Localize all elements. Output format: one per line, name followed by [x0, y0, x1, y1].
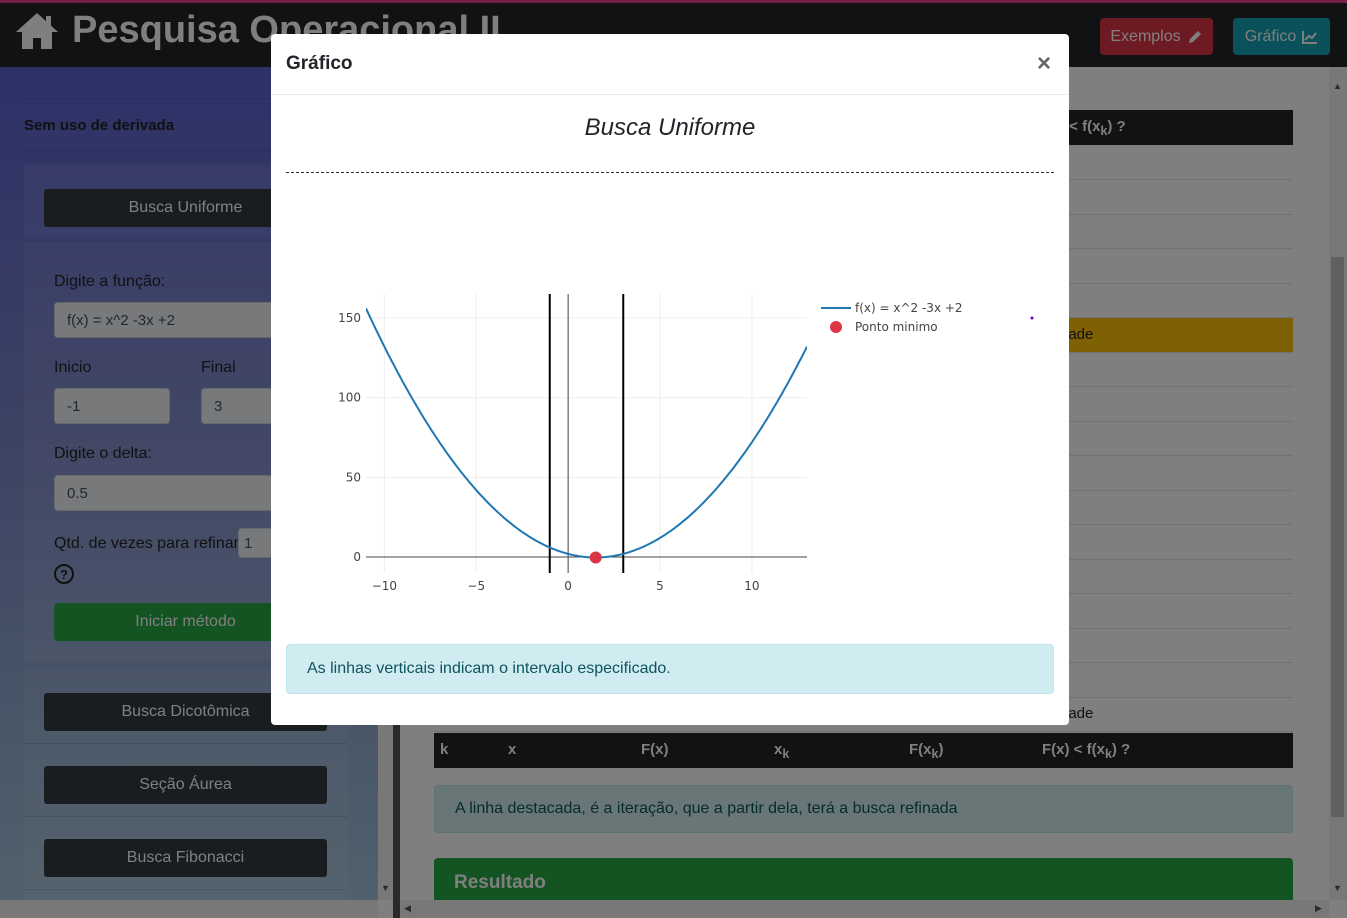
y-tick-label: 0	[353, 550, 361, 564]
x-tick-label: −10	[372, 579, 397, 593]
modal-title: Gráfico	[286, 53, 353, 74]
chart-info-alert: As linhas verticais indicam o intervalo …	[286, 644, 1054, 694]
legend-label: Ponto minimo	[855, 320, 938, 334]
x-tick-label: 0	[564, 579, 572, 593]
function-curve	[366, 307, 807, 559]
legend-label: f(x) = x^2 -3x +2	[855, 301, 963, 315]
close-icon[interactable]: ×	[1037, 50, 1051, 78]
x-tick-label: 10	[744, 579, 759, 593]
x-tick-label: 5	[656, 579, 664, 593]
function-chart: −10 −5 0 5 10050100150f(x) = x^2 -3x +2Ponto…	[338, 294, 1034, 593]
chart-divider	[286, 172, 1054, 173]
legend-point-swatch	[830, 321, 842, 333]
y-tick-label: 100	[338, 391, 361, 405]
minimum-point	[589, 551, 602, 564]
y-tick-label: 50	[346, 470, 361, 484]
y-tick-label: 150	[338, 311, 361, 325]
chart-heading: Busca Uniforme	[584, 114, 756, 141]
legend-dot-marker	[1030, 316, 1034, 320]
modal-header: Gráfico ×	[271, 34, 1069, 95]
x-tick-label: −5	[467, 579, 485, 593]
